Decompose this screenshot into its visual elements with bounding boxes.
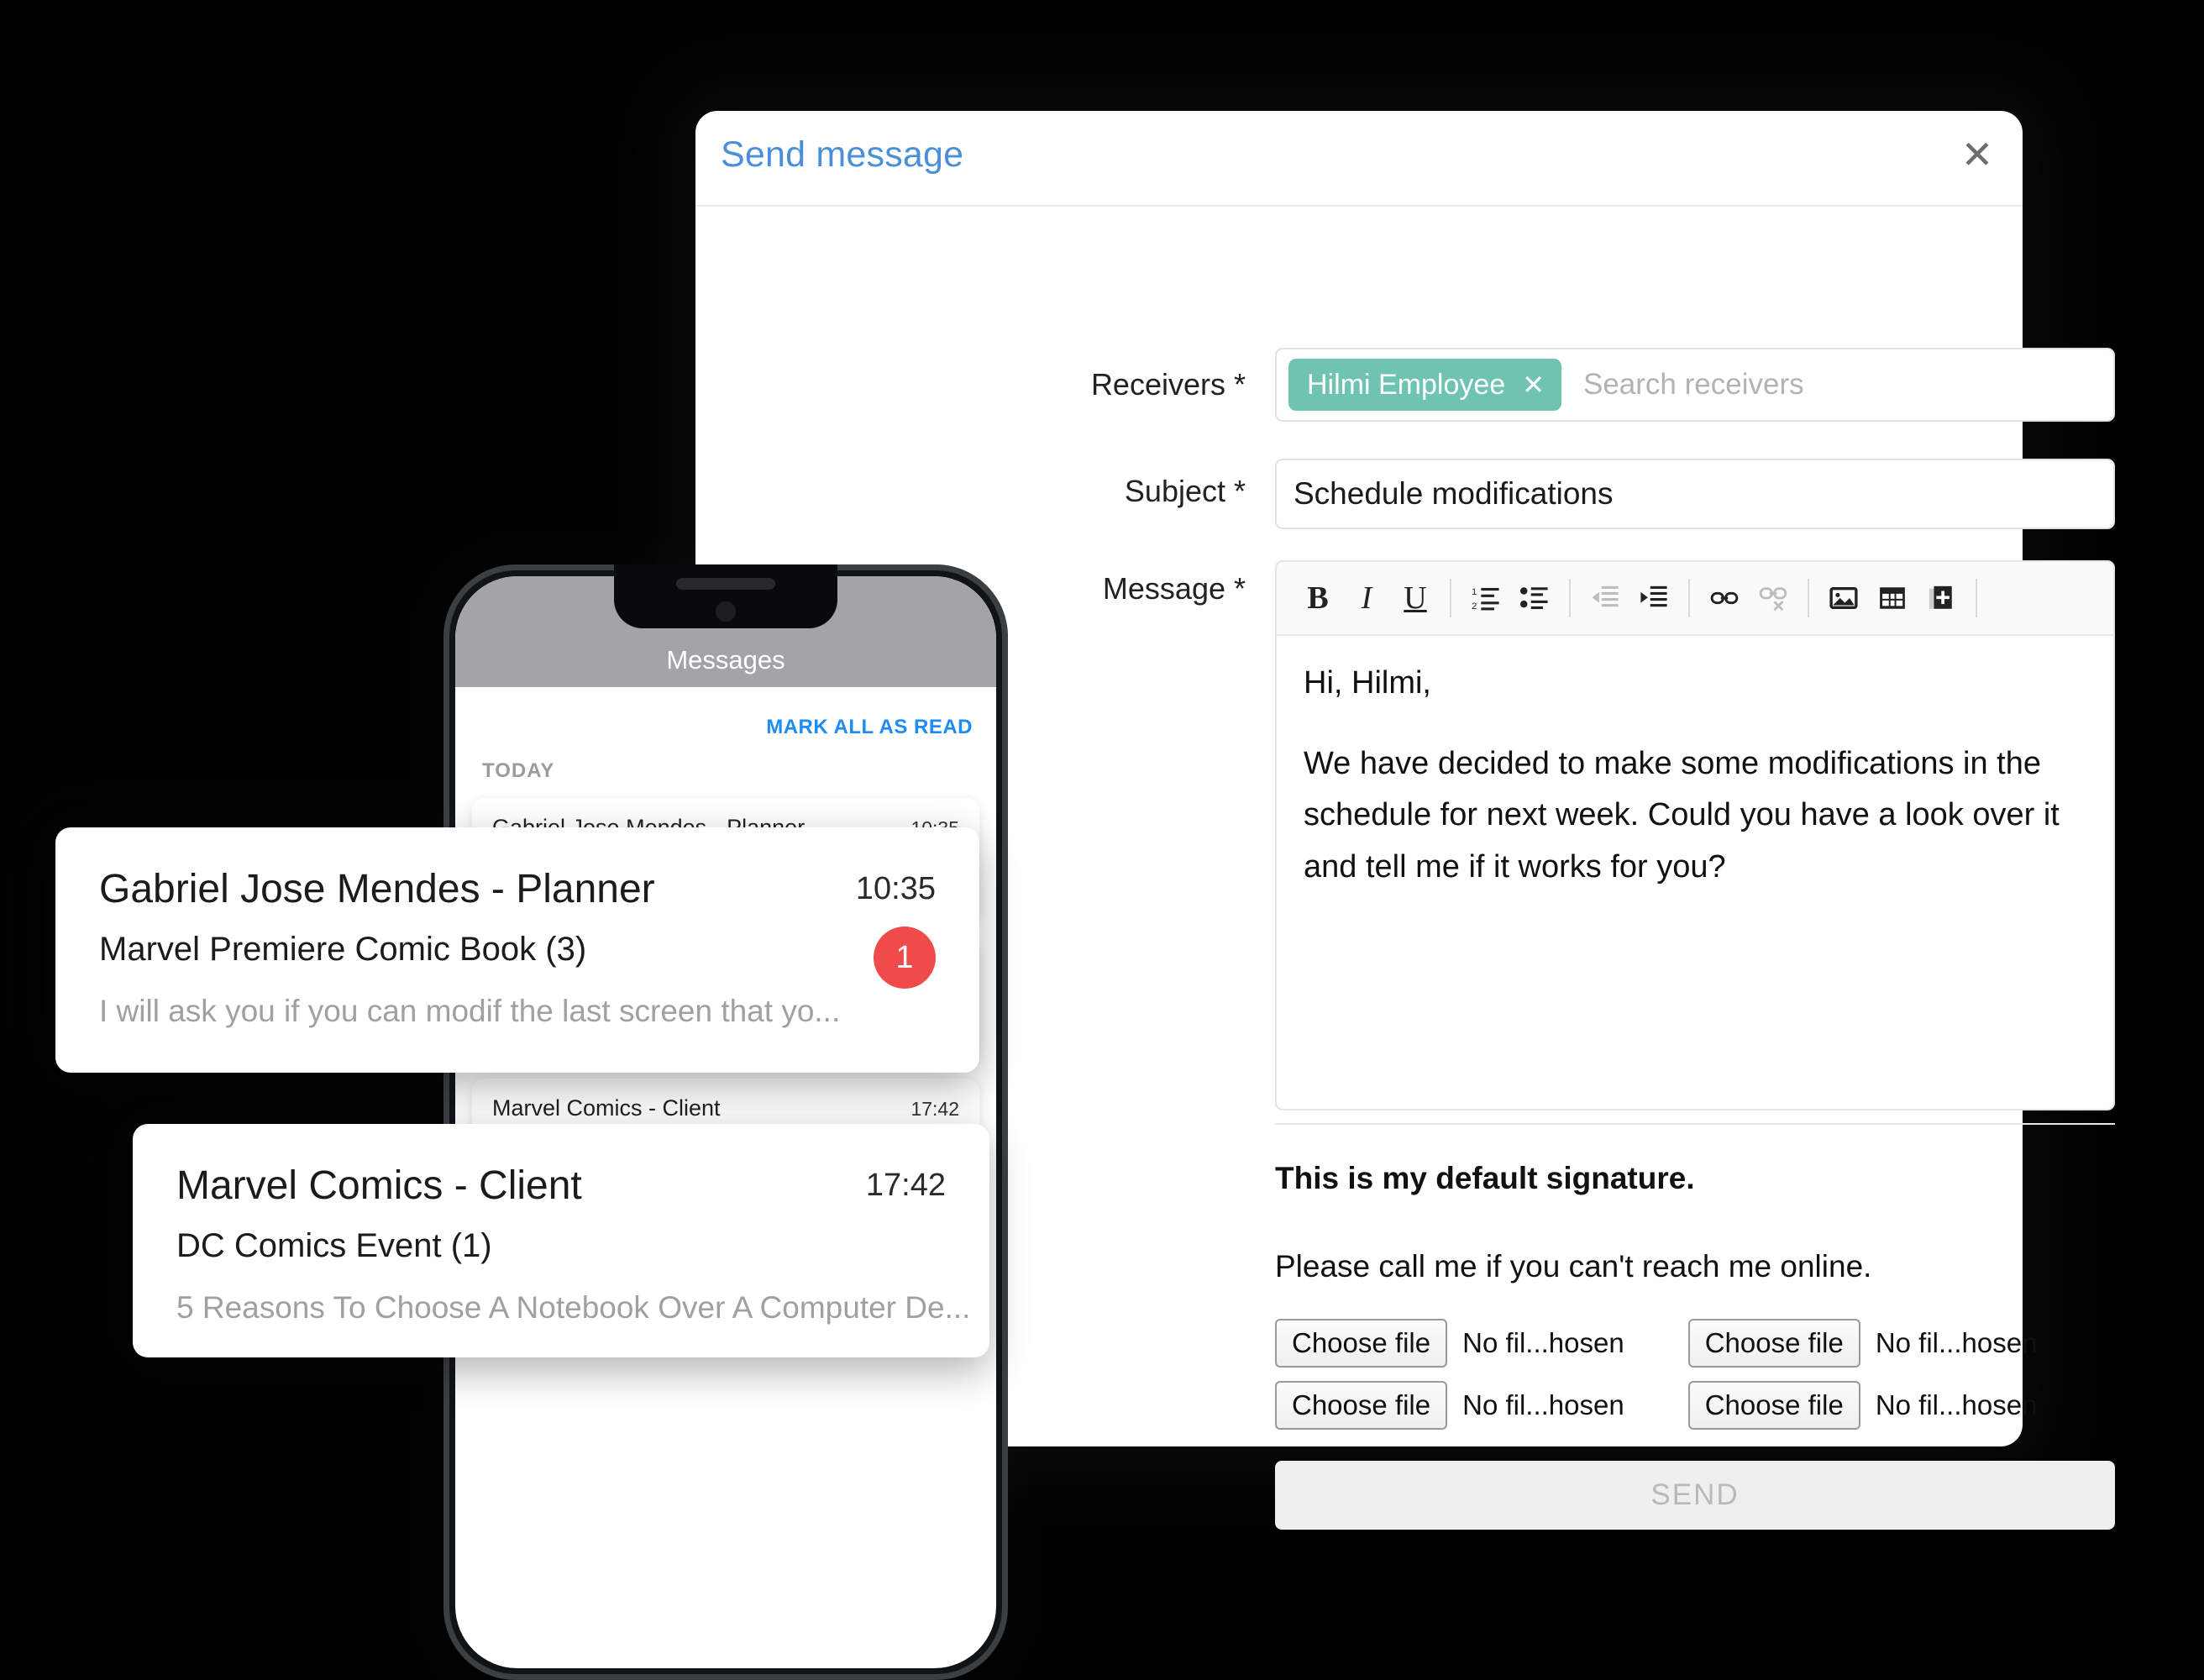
- attachment-field: Choose file No fil...hosen: [1687, 1319, 2038, 1368]
- notification-subject: Marvel Premiere Comic Book (3): [99, 931, 587, 968]
- phone-app-title: Messages: [666, 645, 785, 675]
- link-icon[interactable]: [1700, 574, 1749, 622]
- file-status-label: No fil...hosen: [1462, 1327, 1624, 1358]
- phone-camera-icon: [716, 601, 736, 622]
- file-status-label: No fil...hosen: [1462, 1389, 1624, 1420]
- toolbar-divider: [1688, 579, 1690, 617]
- attachment-field: Choose file No fil...hosen: [1275, 1319, 1624, 1368]
- today-section-label: TODAY: [482, 759, 555, 782]
- italic-icon[interactable]: I: [1342, 574, 1391, 622]
- phone-screen: Messages MARK ALL AS READ TODAY Gabriel …: [455, 576, 996, 1668]
- choose-file-button[interactable]: Choose file: [1275, 1319, 1448, 1368]
- message-body[interactable]: Hi, Hilmi, We have decided to make some …: [1277, 636, 2113, 893]
- subject-input[interactable]: [1275, 459, 2115, 529]
- bullet-list-icon[interactable]: [1510, 574, 1559, 622]
- choose-file-button[interactable]: Choose file: [1687, 1319, 1860, 1368]
- insert-page-icon[interactable]: [1917, 574, 1965, 622]
- file-status-label: No fil...hosen: [1875, 1389, 2038, 1420]
- send-button[interactable]: SEND: [1275, 1461, 2115, 1530]
- signature-divider: [1275, 1123, 2115, 1125]
- toolbar-divider: [1976, 579, 1977, 617]
- editor-toolbar: B I U 1 2: [1277, 562, 2113, 636]
- message-sender: Marvel Comics - Client: [492, 1095, 721, 1121]
- subject-label: Subject *: [1124, 474, 1246, 508]
- message-time: 17:42: [910, 1098, 959, 1120]
- table-icon[interactable]: [1868, 574, 1917, 622]
- choose-file-button[interactable]: Choose file: [1687, 1381, 1860, 1430]
- notification-time: 17:42: [865, 1168, 946, 1203]
- message-paragraph: We have decided to make some modificatio…: [1304, 745, 2060, 885]
- page-title: Send message: [721, 134, 964, 175]
- bold-icon[interactable]: B: [1294, 574, 1342, 622]
- mark-all-as-read-button[interactable]: MARK ALL AS READ: [455, 687, 996, 739]
- status-badge: 1: [874, 927, 936, 989]
- file-status-label: No fil...hosen: [1875, 1327, 2038, 1358]
- notification-sender: Marvel Comics - Client: [176, 1163, 582, 1208]
- unlink-icon: [1749, 574, 1797, 622]
- signature-line-2: Please call me if you can't reach me onl…: [1275, 1249, 1872, 1284]
- ordered-list-icon[interactable]: 1 2: [1461, 574, 1510, 622]
- attachment-field: Choose file No fil...hosen: [1275, 1381, 1624, 1430]
- toolbar-divider: [1569, 579, 1571, 617]
- image-icon[interactable]: [1819, 574, 1868, 622]
- phone-mockup: Messages MARK ALL AS READ TODAY Gabriel …: [443, 564, 1008, 1680]
- notification-subject: DC Comics Event (1): [176, 1227, 492, 1264]
- signature-line-1: This is my default signature.: [1275, 1161, 1695, 1195]
- outdent-icon: [1581, 574, 1629, 622]
- chip-remove-icon[interactable]: ✕: [1522, 371, 1545, 398]
- receivers-field[interactable]: Hilmi Employee ✕: [1275, 348, 2115, 422]
- message-paragraph: Hi, Hilmi,: [1304, 665, 1431, 701]
- receivers-search-input[interactable]: [1582, 367, 2113, 402]
- attachment-field: Choose file No fil...hosen: [1687, 1381, 2038, 1430]
- dialog-header: Send message ✕: [695, 111, 2023, 207]
- phone-speaker-icon: [676, 578, 775, 590]
- attachment-row: Choose file No fil...hosen Choose file N…: [1275, 1381, 2037, 1430]
- svg-text:1: 1: [1472, 587, 1477, 597]
- notification-time: 10:35: [855, 871, 936, 906]
- underline-icon[interactable]: U: [1391, 574, 1440, 622]
- notification-card[interactable]: Gabriel Jose Mendes - Planner 10:35 Marv…: [55, 827, 979, 1073]
- indent-icon[interactable]: [1629, 574, 1678, 622]
- notification-card[interactable]: Marvel Comics - Client 17:42 DC Comics E…: [133, 1124, 989, 1357]
- close-icon[interactable]: ✕: [1957, 135, 1997, 176]
- notification-preview: 5 Reasons To Choose A Notebook Over A Co…: [176, 1290, 971, 1325]
- attachment-row: Choose file No fil...hosen Choose file N…: [1275, 1319, 2037, 1368]
- notification-preview: I will ask you if you can modif the last…: [99, 994, 841, 1028]
- toolbar-divider: [1450, 579, 1451, 617]
- notification-sender: Gabriel Jose Mendes - Planner: [99, 867, 655, 911]
- toolbar-divider: [1808, 579, 1809, 617]
- choose-file-button[interactable]: Choose file: [1275, 1381, 1448, 1430]
- receiver-chip-label: Hilmi Employee: [1307, 368, 1506, 401]
- receiver-chip[interactable]: Hilmi Employee ✕: [1288, 359, 1561, 411]
- svg-text:2: 2: [1472, 601, 1477, 612]
- message-editor: B I U 1 2 Hi, Hilmi, We have decided to …: [1275, 560, 2115, 1110]
- receivers-label: Receivers *: [1090, 367, 1246, 402]
